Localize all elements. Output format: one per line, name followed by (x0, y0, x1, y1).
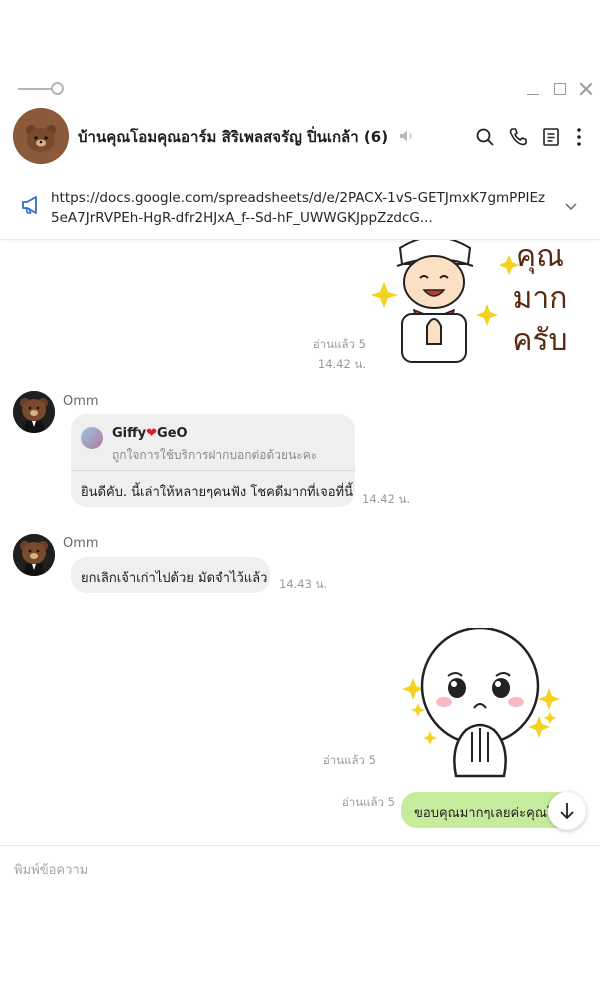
message-time: 14.42 น. (317, 357, 366, 371)
message-text: ขอบคุณมากๆเลยค่ะคุณโอม (414, 806, 566, 821)
quoted-message[interactable]: Giffy❤GeO ถูกใจการใช้บริการฝากบอกต่อด้วย… (81, 422, 355, 470)
heart-icon: ❤ (146, 426, 158, 441)
quoted-text: ถูกใจการใช้บริการฝากบอกต่อด้วยนะคะ (112, 448, 318, 462)
maximize-icon[interactable] (551, 80, 569, 98)
message-list[interactable]: คุณ มาก ครับ อ่านแล้ว 5 14.42 น. Omm Gif… (0, 240, 600, 845)
avatar[interactable] (13, 534, 55, 576)
reply-message-bubble[interactable]: Giffy❤GeO ถูกใจการใช้บริการฝากบอกต่อด้วย… (71, 414, 355, 507)
search-icon[interactable] (474, 126, 496, 148)
read-status: อ่านแล้ว 5 (312, 337, 366, 351)
announcement-link[interactable]: https://docs.google.com/spreadsheets/d/e… (51, 188, 551, 228)
minimize-icon[interactable] (525, 80, 543, 98)
sender-name: Omm (63, 536, 99, 551)
announcement-bar[interactable]: https://docs.google.com/spreadsheets/d/e… (0, 178, 600, 240)
avatar (81, 427, 103, 449)
sticker-caption: คุณ มาก ครับ (512, 240, 568, 358)
opacity-slider-knob[interactable] (51, 82, 64, 95)
message-input[interactable] (14, 858, 584, 882)
quoted-sender-name: Giffy (112, 426, 147, 441)
arrow-down-icon (560, 803, 574, 820)
read-receipt: อ่านแล้ว 5 (322, 753, 376, 767)
megaphone-icon (20, 194, 42, 220)
sender-name: Omm (63, 394, 99, 409)
phone-icon[interactable] (507, 126, 529, 148)
message-time: 14.43 น. (279, 577, 328, 591)
notes-icon[interactable] (540, 126, 562, 148)
chat-title: บ้านคุณโอมคุณอาร์ม สิริเพลสจรัญ ปิ่นเกล้… (78, 125, 415, 149)
message-text: ยินดีคับ. นี้เล่าให้หลายๆคนฟัง โชคดีมากท… (81, 485, 353, 500)
window-titlebar (0, 76, 600, 104)
mute-icon (399, 129, 415, 147)
sticker-message[interactable]: คุณ มาก ครับ (370, 240, 576, 364)
close-icon[interactable] (577, 80, 595, 98)
group-avatar[interactable] (13, 108, 69, 164)
avatar[interactable] (13, 391, 55, 433)
quoted-sender-name-suffix: GeO (157, 426, 188, 441)
more-icon[interactable] (568, 126, 590, 148)
chevron-down-icon[interactable] (563, 198, 579, 218)
divider (71, 470, 355, 471)
chat-header: บ้านคุณโอมคุณอาร์ม สิริเพลสจรัญ ปิ่นเกล้… (0, 108, 600, 166)
group-name: บ้านคุณโอมคุณอาร์ม สิริเพลสจรัญ ปิ่นเกล้… (78, 128, 359, 146)
message-bubble[interactable]: ยกเลิกเจ้าเก่าไปด้วย มัดจำไว้แล้ว (71, 557, 270, 593)
member-count: (6) (363, 128, 389, 146)
scroll-to-bottom-button[interactable] (548, 792, 586, 830)
read-receipt: อ่านแล้ว 5 14.42 น. (296, 336, 366, 373)
message-time: 14.42 น. (362, 492, 411, 506)
message-text: ยกเลิกเจ้าเก่าไปด้วย มัดจำไว้แล้ว (81, 571, 268, 586)
composer (0, 845, 600, 1000)
read-receipt: อ่านแล้ว 5 (341, 795, 395, 809)
sticker-message[interactable] (396, 626, 562, 778)
quoted-sender: Giffy❤GeO (112, 426, 188, 441)
